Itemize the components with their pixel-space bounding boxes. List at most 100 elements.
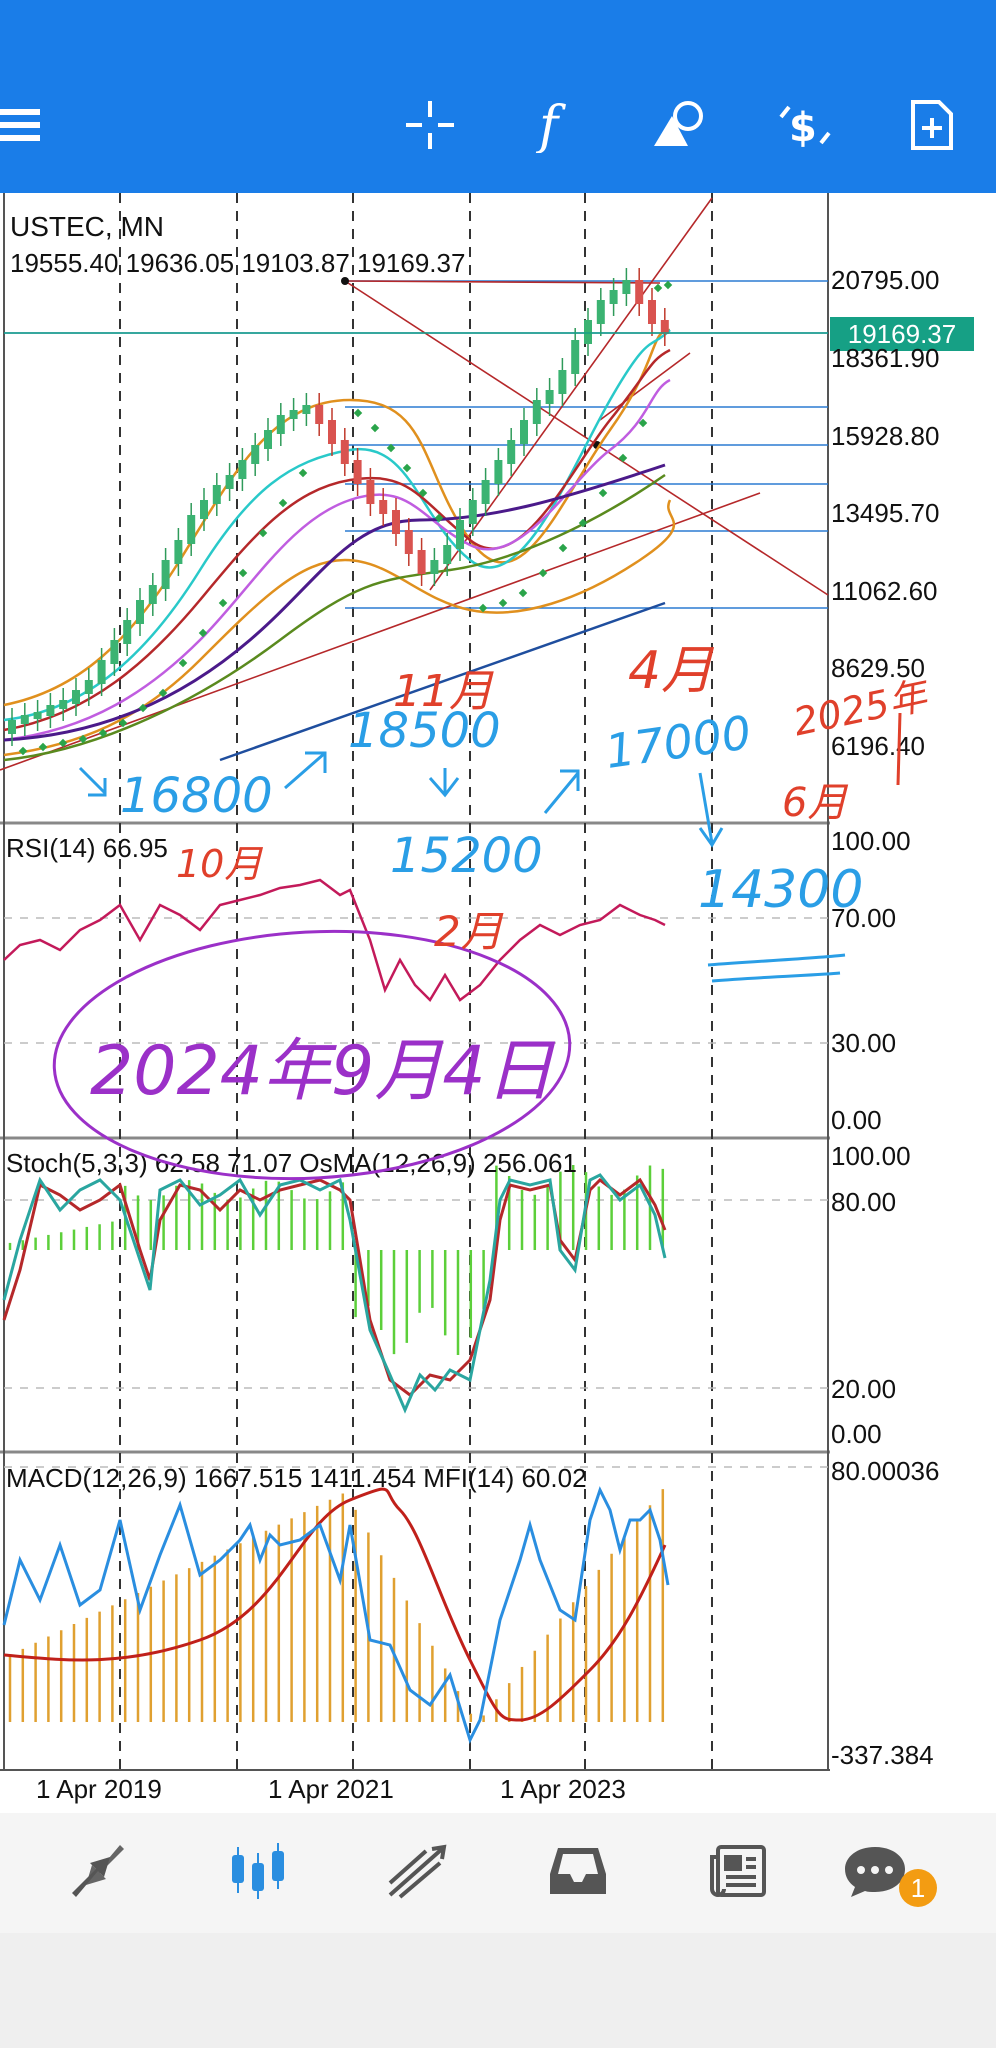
candle [72, 690, 80, 704]
candle [289, 410, 298, 419]
candle [212, 485, 221, 504]
price-axis-label: 15928.80 [831, 421, 940, 451]
candle [507, 440, 516, 464]
rsi-axis-label: 0.00 [831, 1105, 882, 1135]
new-order-icon[interactable] [902, 95, 962, 155]
candle [8, 720, 16, 734]
candle [302, 405, 311, 414]
candle [276, 415, 285, 434]
candle [648, 300, 656, 324]
annotation-15200: 15200 [390, 828, 543, 884]
crosshair-icon[interactable] [400, 95, 460, 155]
candle [660, 320, 669, 334]
annotation-october: 10月 [176, 842, 263, 886]
news-icon[interactable] [698, 1831, 778, 1911]
ohlc-label: 19555.40 19636.05 19103.87 19169.37 [10, 248, 466, 278]
price-axis-label: 13495.70 [831, 498, 940, 528]
candle [494, 460, 503, 484]
annotation-april: 4月 [628, 641, 714, 701]
candle [251, 445, 260, 464]
candle [136, 600, 144, 624]
svg-text:$: $ [789, 105, 817, 151]
annotation-18500: 18500 [348, 703, 501, 759]
candle [584, 320, 592, 344]
footer-blank [0, 1933, 996, 2048]
stoch-label: Stoch(5,3,3) 62.58 71.07 OsMA(12,26,9) 2… [6, 1148, 577, 1178]
candle [481, 480, 490, 504]
macd-axis-label: -337.384 [831, 1740, 934, 1770]
candle [571, 340, 580, 374]
chart-area[interactable]: USTEC, MN 19555.40 19636.05 19103.87 191… [0, 193, 996, 1813]
candle [609, 290, 618, 304]
annotation-june: 6月 [782, 780, 848, 826]
candle [187, 515, 196, 544]
rsi-axis-label: 100.00 [831, 826, 911, 856]
menu-icon[interactable] [0, 95, 48, 155]
trade-icon[interactable] [378, 1831, 458, 1911]
price-axis-label: 11062.60 [831, 576, 938, 606]
candle [238, 460, 247, 479]
history-icon[interactable] [538, 1831, 618, 1911]
stoch-axis-label: 100.00 [831, 1141, 911, 1171]
candle [622, 280, 631, 294]
macd-axis-label: 80.00036 [831, 1456, 940, 1486]
rsi-axis-label: 30.00 [831, 1028, 897, 1058]
bottom-navigation: 1 [0, 1813, 996, 1933]
time-axis-label: 1 Apr 2023 [500, 1774, 626, 1804]
candle [328, 420, 336, 444]
objects-icon[interactable] [650, 95, 710, 155]
trade-icon[interactable]: $ [775, 95, 835, 155]
candle [558, 370, 567, 394]
candle [123, 620, 132, 644]
candle [33, 712, 42, 719]
candle [443, 545, 452, 564]
candle [392, 510, 400, 534]
candle [468, 500, 477, 524]
stoch-axis-label: 80.00 [831, 1187, 897, 1217]
candle [379, 500, 388, 514]
time-axis-label: 1 Apr 2019 [36, 1774, 162, 1804]
candle [200, 500, 208, 519]
candle [456, 520, 464, 549]
annotation-16800: 16800 [120, 768, 273, 824]
candle [20, 715, 29, 724]
candle [225, 475, 234, 489]
stoch-axis-label: 0.00 [831, 1419, 882, 1449]
candle [366, 480, 375, 504]
time-axis-label: 1 Apr 2021 [268, 1774, 394, 1804]
svg-text:f: f [535, 97, 566, 153]
rsi-label: RSI(14) 66.95 [6, 833, 168, 863]
annotation-date-note: 2024年9月4日 [90, 1032, 554, 1111]
candle [520, 420, 528, 444]
candle [635, 280, 644, 304]
candle [353, 460, 362, 484]
candle [59, 700, 68, 709]
candle [404, 530, 413, 554]
candle [97, 660, 106, 684]
annotation-february: 2月 [434, 907, 503, 956]
messages-badge: 1 [899, 1869, 937, 1907]
chart-icon[interactable] [218, 1831, 298, 1911]
candle [532, 400, 541, 424]
candle [174, 540, 183, 564]
quotes-icon[interactable] [58, 1831, 138, 1911]
top-toolbar: f $ [0, 0, 996, 193]
candle [596, 300, 605, 324]
price-axis-label: 20795.00 [831, 265, 940, 295]
candle [430, 560, 439, 574]
macd-label: MACD(12,26,9) 1667.515 1411.454 MFI(14) … [6, 1463, 587, 1493]
stoch-axis-label: 20.00 [831, 1374, 897, 1404]
candle [46, 705, 55, 716]
candle [110, 640, 119, 664]
candle [161, 560, 170, 589]
candle [84, 680, 93, 694]
candle [417, 550, 426, 574]
candle [264, 430, 272, 449]
function-icon[interactable]: f [525, 95, 585, 155]
annotation-14300: 14300 [698, 860, 864, 920]
price-axis-label: 18361.90 [831, 343, 940, 373]
candle [545, 390, 554, 404]
candle [340, 440, 349, 464]
candle [148, 585, 157, 604]
candle [315, 405, 324, 424]
